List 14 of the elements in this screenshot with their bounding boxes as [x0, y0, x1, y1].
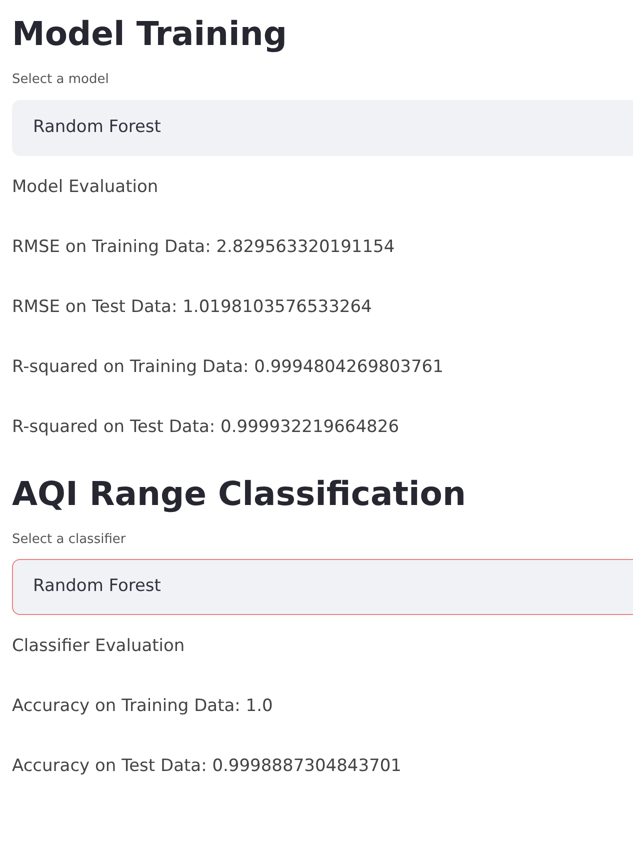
select-field[interactable]: Random Forest: [12, 100, 633, 156]
evaluation-text: R-squared on Training Data: 0.9994804269803761: [12, 356, 444, 378]
section-heading: Model Training: [12, 13, 287, 55]
select-label: Select a model: [12, 71, 109, 89]
section-heading: AQI Range Classification: [12, 472, 466, 514]
evaluation-text: R-squared on Test Data: 0.999932219664826: [12, 416, 400, 438]
evaluation-text: RMSE on Test Data: 1.0198103576533264: [12, 296, 372, 318]
select-field[interactable]: Random Forest: [12, 559, 633, 615]
evaluation-text: Classifier Evaluation: [12, 635, 185, 658]
evaluation-text: Accuracy on Test Data: 0.9998887304843701: [12, 755, 402, 778]
evaluation-text: Accuracy on Training Data: 1.0: [12, 695, 273, 718]
select-label: Select a classifier: [12, 530, 126, 548]
evaluation-text: Model Evaluation: [12, 176, 158, 198]
evaluation-text: RMSE on Training Data: 2.829563320191154: [12, 236, 395, 258]
